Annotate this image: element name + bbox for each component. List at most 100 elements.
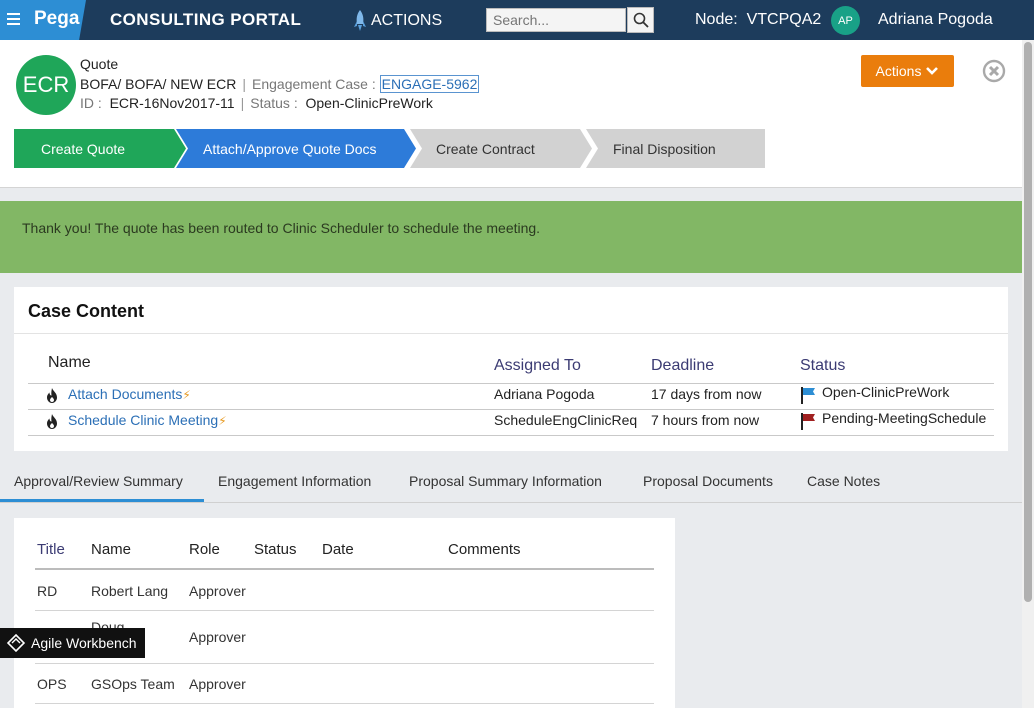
separator: | <box>240 95 245 111</box>
stage-create-quote[interactable]: Create Quote <box>14 129 186 168</box>
stage-label: Attach/Approve Quote Docs <box>203 140 377 157</box>
hamburger-menu-icon[interactable] <box>7 13 20 25</box>
table-line <box>28 435 994 436</box>
banner-message: Thank you! The quote has been routed to … <box>22 220 541 236</box>
actions-menu-label: ACTIONS <box>371 12 443 29</box>
flag-icon <box>801 413 815 430</box>
case-id-line: ID : ECR-16Nov2017-11 | Status : Open-Clin… <box>80 95 433 111</box>
node-label: Node: <box>695 11 738 28</box>
task-name: Schedule Clinic Meeting <box>68 412 219 428</box>
row-role: Approver <box>189 583 246 599</box>
case-actions-label: Actions <box>875 63 922 79</box>
header-underline <box>35 568 654 570</box>
lightning-icon: ⚡ <box>182 388 191 402</box>
case-header: ECR Quote BOFA/ BOFA/ NEW ECR | Engagement… <box>0 40 1022 188</box>
approval-summary-panel: Title Name Role Status Date Comments RD … <box>14 518 675 708</box>
tab-bar: Approval/Review Summary Engagement Infor… <box>0 462 1022 503</box>
task-name: Attach Documents <box>68 386 183 402</box>
search-button[interactable] <box>627 7 654 33</box>
column-header-name: Name <box>91 541 132 558</box>
task-status: Open-ClinicPreWork <box>822 384 950 400</box>
column-header-name: Name <box>48 354 91 371</box>
column-header-deadline[interactable]: Deadline <box>651 357 714 375</box>
row-role: Approver <box>189 629 246 645</box>
pega-logo[interactable]: Pega <box>34 8 79 30</box>
lightning-icon: ⚡ <box>218 414 227 428</box>
stage-final-disposition[interactable]: Final Disposition <box>586 129 765 168</box>
assigned-to: Adriana Pogoda <box>494 386 595 402</box>
case-avatar: ECR <box>16 55 76 115</box>
deadline: 7 hours from now <box>651 412 760 428</box>
case-path: BOFA/ BOFA/ NEW ECR <box>80 76 237 92</box>
chevron-down-icon <box>926 67 939 75</box>
task-status: Pending-MeetingSchedule <box>822 410 987 426</box>
divider <box>14 333 1008 334</box>
table-row: Schedule Clinic Meeting⚡ ScheduleEngClin… <box>14 410 1008 434</box>
search-input[interactable] <box>486 8 626 32</box>
user-avatar[interactable]: AP <box>831 6 860 35</box>
case-status: Open-ClinicPreWork <box>305 95 433 111</box>
column-header-role: Role <box>189 541 220 558</box>
node-indicator: Node: VTCPQA2 <box>695 11 821 29</box>
engagement-label: Engagement Case : <box>252 76 376 92</box>
page-scrollbar[interactable] <box>1022 40 1034 708</box>
column-header-status: Status <box>254 541 297 558</box>
status-label: Status : <box>250 95 298 111</box>
portal-title: CONSULTING PORTAL <box>110 10 302 29</box>
stage-attach-approve[interactable]: Attach/Approve Quote Docs <box>176 129 416 168</box>
assigned-to: ScheduleEngClinicReq <box>494 412 638 428</box>
column-header-status[interactable]: Status <box>800 357 845 375</box>
rocket-icon <box>354 10 366 31</box>
column-header-title[interactable]: Title <box>37 541 65 558</box>
flame-icon <box>47 388 57 403</box>
case-id: ECR-16Nov2017-11 <box>109 95 235 111</box>
deadline: 17 days from now <box>651 386 762 402</box>
table-row: Attach Documents⚡ Adriana Pogoda 17 days… <box>14 384 1008 408</box>
task-link-schedule-clinic-meeting[interactable]: Schedule Clinic Meeting⚡ <box>68 412 227 428</box>
row-divider <box>35 663 654 664</box>
active-tab-indicator <box>0 499 204 502</box>
case-type: Quote <box>80 56 119 72</box>
tab-engagement-information[interactable]: Engagement Information <box>218 473 371 489</box>
tab-proposal-summary-information[interactable]: Proposal Summary Information <box>409 473 602 489</box>
column-header-assigned[interactable]: Assigned To <box>494 357 581 375</box>
row-role: Approver <box>189 676 246 692</box>
brand-area: Pega <box>0 0 86 40</box>
row-divider <box>35 610 654 611</box>
column-header-comments: Comments <box>448 541 521 558</box>
diamond-tool-icon <box>7 634 25 652</box>
row-title: OPS <box>37 676 67 692</box>
column-header-date: Date <box>322 541 354 558</box>
search-icon <box>633 12 649 28</box>
case-content-panel: Case Content Name Assigned To Deadline S… <box>14 287 1008 451</box>
stage-create-contract[interactable]: Create Contract <box>410 129 592 168</box>
scrollbar-thumb[interactable] <box>1024 42 1032 602</box>
close-icon[interactable] <box>982 59 1006 83</box>
agile-workbench-label: Agile Workbench <box>31 635 137 651</box>
task-link-attach-documents[interactable]: Attach Documents⚡ <box>68 386 191 402</box>
id-label: ID : <box>80 95 102 111</box>
case-path-line: BOFA/ BOFA/ NEW ECR | Engagement Case : EN… <box>80 75 480 93</box>
row-title: RD <box>37 583 58 599</box>
stage-label: Final Disposition <box>613 140 716 157</box>
row-name: GSOps Team <box>91 676 175 692</box>
case-actions-button[interactable]: Actions <box>861 55 954 87</box>
flame-icon <box>47 414 57 429</box>
case-content-title: Case Content <box>28 301 145 321</box>
tab-proposal-documents[interactable]: Proposal Documents <box>643 473 773 489</box>
row-name: Robert Lang <box>91 583 169 599</box>
success-banner: Thank you! The quote has been routed to … <box>0 201 1022 273</box>
separator: | <box>242 76 246 92</box>
node-value: VTCPQA2 <box>746 11 822 28</box>
engagement-case-link[interactable]: ENGAGE-5962 <box>379 75 480 93</box>
stage-label: Create Quote <box>41 140 126 157</box>
top-navigation-bar: Pega CONSULTING PORTAL ACTIONS Node: VTC… <box>0 0 1034 40</box>
actions-menu[interactable]: ACTIONS <box>353 9 442 33</box>
row-divider <box>35 703 654 704</box>
agile-workbench-button[interactable]: Agile Workbench <box>0 628 145 658</box>
tab-approval-review-summary[interactable]: Approval/Review Summary <box>14 473 183 489</box>
tab-case-notes[interactable]: Case Notes <box>807 473 880 489</box>
flag-icon <box>801 387 815 404</box>
user-name[interactable]: Adriana Pogoda <box>878 11 993 29</box>
stage-label: Create Contract <box>436 140 535 157</box>
